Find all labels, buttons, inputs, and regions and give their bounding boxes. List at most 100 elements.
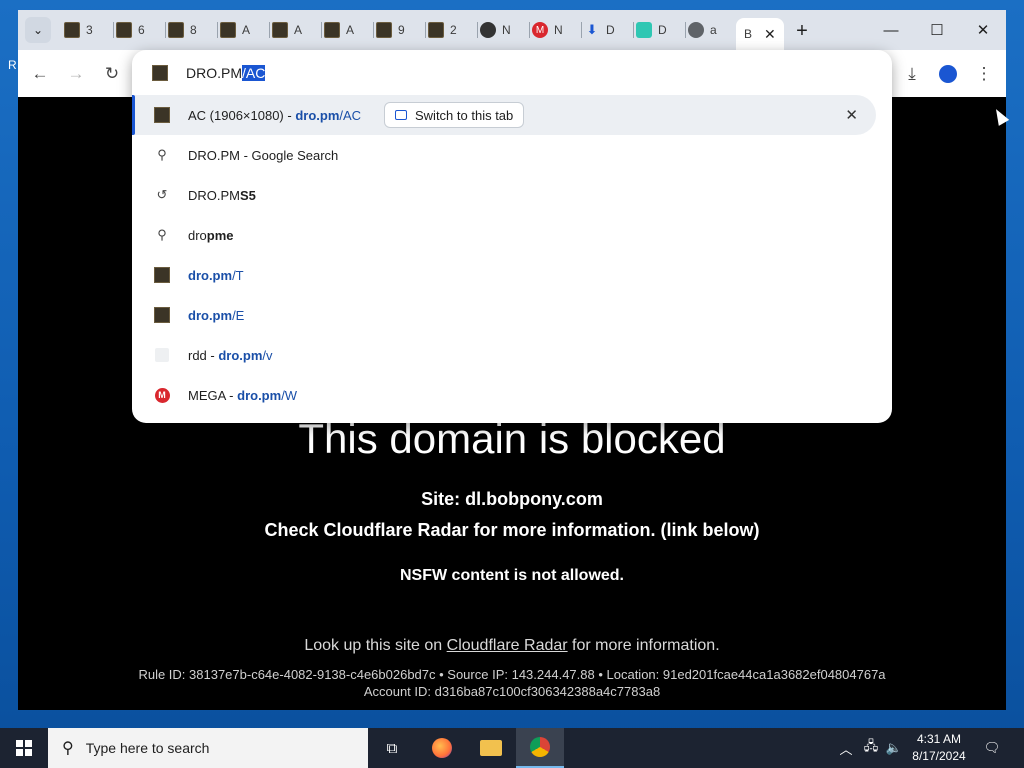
tab-title: 9: [398, 23, 405, 37]
search-icon: ⚲: [62, 740, 74, 757]
tab-title: A: [294, 23, 303, 37]
suggestion-row[interactable]: rdd - dro.pm/v: [132, 335, 892, 375]
start-button[interactable]: [0, 728, 48, 768]
profile-button[interactable]: [934, 60, 962, 88]
notifications-button[interactable]: 🗨: [980, 728, 1004, 768]
task-view-icon: ⧉: [386, 739, 398, 757]
taskbar-search[interactable]: ⚲ Type here to search: [48, 728, 368, 768]
downloads-button[interactable]: ⤓: [898, 60, 926, 88]
show-hidden-icons-button[interactable]: ︿: [836, 728, 856, 768]
switch-label: Switch to this tab: [415, 107, 514, 123]
desktop-edge: R: [0, 0, 18, 728]
suggestion-row[interactable]: M MEGA - dro.pm/W: [132, 375, 892, 415]
volume-muted-icon[interactable]: 🔈: [884, 728, 904, 768]
chrome-app[interactable]: [516, 728, 564, 768]
notification-icon: 🗨: [983, 740, 1001, 755]
tab-title: 2: [450, 23, 457, 37]
tab-search-button[interactable]: ⌄: [25, 17, 51, 43]
tab-title: N: [554, 23, 563, 37]
cloudflare-radar-link[interactable]: Cloudflare Radar: [447, 637, 568, 654]
search-icon: ⚲: [157, 227, 167, 242]
plus-icon: +: [796, 20, 808, 42]
image-icon: [428, 22, 444, 38]
lookup-post: for more information.: [567, 637, 720, 654]
tab-title: 3: [86, 23, 93, 37]
minimize-button[interactable]: —: [868, 10, 914, 50]
tab[interactable]: 6: [116, 18, 166, 42]
image-icon: [116, 22, 132, 38]
tab-separator: [373, 22, 374, 38]
suggestion-row[interactable]: ⚲ DRO.PM - Google Search: [132, 135, 892, 175]
switch-to-tab-button[interactable]: Switch to this tab: [384, 102, 525, 128]
image-icon: [64, 22, 80, 38]
new-tab-button[interactable]: +: [790, 20, 814, 44]
tab-strip: ⌄ 3 6 8 A A A 9 2 N MN ⬇ D D a B ✕ + — ☐ ✕: [18, 10, 1006, 50]
tab[interactable]: 9: [376, 18, 426, 42]
suggestion-text: dro.pm/T: [188, 267, 244, 283]
tab[interactable]: A: [272, 18, 322, 42]
task-view-button[interactable]: ⧉: [368, 728, 416, 768]
image-icon: [324, 22, 340, 38]
suggestion-row[interactable]: ↺ DRO.PMS5: [132, 175, 892, 215]
minimize-icon: —: [883, 21, 899, 39]
search-icon: ⚲: [157, 147, 167, 162]
tab-icon: [395, 110, 407, 120]
tab[interactable]: 3: [64, 18, 114, 42]
suggestion-text: AC (1906×1080) - dro.pm/AC: [188, 107, 362, 123]
close-window-button[interactable]: ✕: [960, 10, 1006, 50]
nsfw-text: NSFW content is not allowed.: [400, 567, 624, 584]
tab[interactable]: 8: [168, 18, 218, 42]
search-placeholder: Type here to search: [85, 740, 210, 756]
forward-button[interactable]: →: [62, 60, 90, 88]
account-info: Account ID: d316ba87c100cf306342388a4c77…: [363, 684, 661, 699]
remove-suggestion-icon[interactable]: ✕: [845, 106, 858, 124]
tab-separator: [269, 22, 270, 38]
network-icon[interactable]: 🖧: [860, 728, 882, 768]
tab-title: A: [346, 23, 355, 37]
suggestion-row[interactable]: AC (1906×1080) - dro.pm/AC Switch to thi…: [132, 95, 876, 135]
mega-icon: M: [154, 387, 170, 403]
suggestion-row[interactable]: ⚲ dropme: [132, 215, 892, 255]
maximize-icon: ☐: [930, 22, 944, 39]
tab-title: N: [502, 23, 511, 37]
tab-separator: [113, 22, 114, 38]
tab[interactable]: A: [220, 18, 270, 42]
tab-active[interactable]: B ✕: [736, 18, 784, 50]
tab[interactable]: A: [324, 18, 374, 42]
tab-separator: [529, 22, 530, 38]
image-icon: [220, 22, 236, 38]
lookup-pre: Look up this site on: [304, 637, 447, 654]
tab-separator: [425, 22, 426, 38]
firefox-app[interactable]: [418, 728, 466, 768]
close-icon[interactable]: ✕: [764, 26, 776, 43]
suggestion-row[interactable]: dro.pm/E: [132, 295, 892, 335]
omnibox-dropdown: DRO.PM/AC AC (1906×1080) - dro.pm/AC Swi…: [132, 50, 892, 423]
arrow-left-icon: ←: [31, 64, 49, 83]
suggestion-text: dropme: [188, 227, 234, 243]
address-text[interactable]: DRO.PM/AC: [186, 65, 266, 81]
tab[interactable]: a: [688, 18, 736, 42]
reload-button[interactable]: ↻: [98, 60, 126, 88]
chevron-down-icon: ⌄: [32, 23, 44, 37]
menu-button[interactable]: ⋮: [970, 60, 998, 88]
clock[interactable]: 4:31 AM 8/17/2024: [904, 731, 974, 765]
tab[interactable]: D: [636, 18, 686, 42]
maximize-button[interactable]: ☐: [914, 10, 960, 50]
back-button[interactable]: ←: [26, 60, 54, 88]
chevron-up-icon: ︿: [839, 741, 853, 757]
lookup-line: Look up this site on Cloudflare Radar fo…: [18, 637, 1006, 655]
image-icon: [154, 107, 170, 123]
tab-title: 6: [138, 23, 145, 37]
address-bar[interactable]: DRO.PM/AC: [152, 62, 266, 84]
tab[interactable]: N: [480, 18, 530, 42]
suggestion-row[interactable]: dro.pm/T: [132, 255, 892, 295]
image-icon: [376, 22, 392, 38]
tab[interactable]: 2: [428, 18, 478, 42]
folder-icon: [480, 740, 502, 756]
reload-icon: ↻: [104, 64, 120, 83]
file-explorer-app[interactable]: [467, 728, 515, 768]
tab[interactable]: MN: [532, 18, 582, 42]
check-text: Check Cloudflare Radar for more informat…: [264, 520, 760, 540]
tab[interactable]: ⬇ D: [584, 18, 634, 42]
image-icon: [272, 22, 288, 38]
